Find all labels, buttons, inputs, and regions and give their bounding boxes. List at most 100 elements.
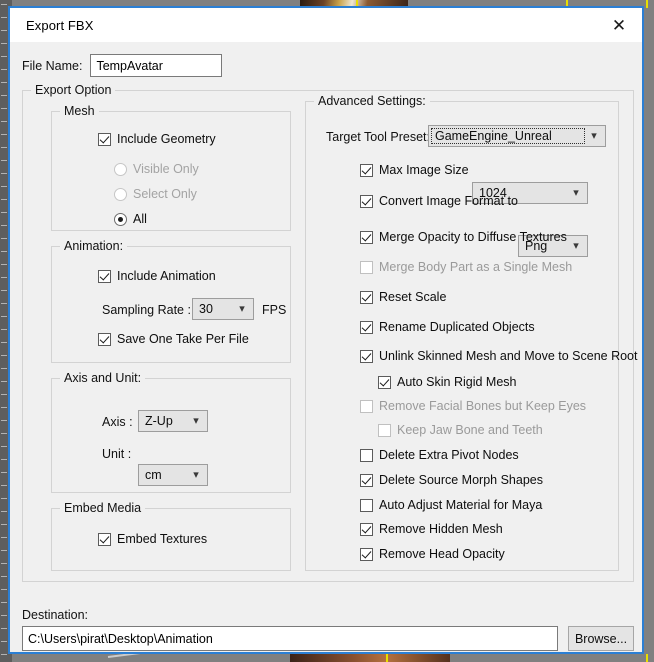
option-label: Auto Skin Rigid Mesh	[397, 375, 517, 389]
checkbox-box	[360, 547, 373, 561]
max-image-size-checkbox[interactable]: Max Image Size	[360, 163, 469, 177]
file-name-input[interactable]	[90, 54, 223, 77]
option-checkbox-delete-extra-pivot-nodes[interactable]: Delete Extra Pivot Nodes	[360, 448, 519, 462]
chevron-down-icon: ▾	[573, 239, 579, 252]
destination-input[interactable]	[22, 626, 558, 651]
radio-circle	[114, 212, 127, 226]
checkbox-box	[378, 375, 391, 389]
max-image-size-label: Max Image Size	[379, 163, 469, 177]
axis-label: Axis :	[102, 415, 133, 429]
checkbox-box	[360, 522, 373, 536]
mesh-radio-label: Select Only	[133, 187, 197, 201]
target-tool-preset-label: Target Tool Preset:	[326, 130, 430, 144]
save-one-take-label: Save One Take Per File	[117, 332, 249, 346]
mesh-radio-visible-only[interactable]: Visible Only	[114, 162, 199, 176]
option-checkbox-remove-facial-bones-but-keep-eyes[interactable]: Remove Facial Bones but Keep Eyes	[360, 399, 586, 413]
option-label: Unlink Skinned Mesh and Move to Scene Ro…	[379, 349, 638, 363]
convert-image-format-checkbox[interactable]: Convert Image Format to	[360, 194, 518, 208]
option-checkbox-keep-jaw-bone-and-teeth[interactable]: Keep Jaw Bone and Teeth	[378, 423, 543, 437]
sampling-rate-value: 30	[199, 302, 213, 316]
checkbox-box	[98, 332, 111, 346]
mesh-radio-all[interactable]: All	[114, 212, 147, 226]
convert-image-format-label: Convert Image Format to	[379, 194, 518, 208]
option-label: Delete Source Morph Shapes	[379, 473, 543, 487]
embed-textures-label: Embed Textures	[117, 532, 208, 546]
axis-combobox[interactable]: Z-Up ▾	[138, 410, 208, 432]
include-animation-checkbox[interactable]: Include Animation	[98, 269, 216, 283]
save-one-take-per-file-checkbox[interactable]: Save One Take Per File	[98, 332, 249, 346]
chevron-down-icon: ▾	[239, 302, 245, 315]
advanced-settings-group: Advanced Settings: Target Tool Preset: G…	[305, 94, 637, 571]
animation-legend: Animation:	[60, 239, 128, 253]
unit-combobox[interactable]: cm ▾	[138, 464, 208, 486]
radio-circle	[114, 187, 127, 201]
mesh-radio-select-only[interactable]: Select Only	[114, 187, 197, 201]
include-geometry-label: Include Geometry	[117, 132, 216, 146]
option-label: Reset Scale	[379, 290, 447, 304]
option-label: Keep Jaw Bone and Teeth	[397, 423, 543, 437]
option-label: Remove Head Opacity	[379, 547, 505, 561]
include-animation-label: Include Animation	[117, 269, 216, 283]
checkbox-box	[360, 230, 373, 244]
export-fbx-dialog: Export FBX ✕ File Name: Export Option Me…	[8, 6, 644, 654]
checkbox-box	[360, 349, 373, 363]
unit-value: cm	[145, 468, 162, 482]
option-checkbox-merge-opacity-to-diffuse-textures[interactable]: Merge Opacity to Diffuse Textures	[360, 230, 567, 244]
option-label: Rename Duplicated Objects	[379, 320, 535, 334]
option-label: Auto Adjust Material for Maya	[379, 498, 543, 512]
timeline-tick	[386, 654, 388, 662]
dialog-titlebar: Export FBX ✕	[10, 8, 642, 42]
option-checkbox-delete-source-morph-shapes[interactable]: Delete Source Morph Shapes	[360, 473, 543, 487]
focus-outline	[431, 128, 585, 144]
file-name-label: File Name:	[22, 58, 83, 73]
option-checkbox-merge-body-part-as-a-single-mesh[interactable]: Merge Body Part as a Single Mesh	[360, 260, 572, 274]
browse-button[interactable]: Browse...	[568, 626, 634, 651]
mesh-legend: Mesh	[60, 104, 99, 118]
option-label: Delete Extra Pivot Nodes	[379, 448, 519, 462]
include-geometry-checkbox[interactable]: Include Geometry	[98, 132, 216, 146]
option-label: Remove Facial Bones but Keep Eyes	[379, 399, 587, 413]
option-label: Remove Hidden Mesh	[379, 522, 503, 536]
checkbox-box	[360, 399, 373, 413]
dialog-title: Export FBX	[26, 17, 94, 33]
option-checkbox-remove-hidden-mesh[interactable]: Remove Hidden Mesh	[360, 522, 503, 536]
advanced-settings-legend: Advanced Settings:	[314, 94, 430, 108]
checkbox-box	[360, 260, 373, 274]
target-tool-preset-combobox[interactable]: GameEngine_Unreal ▾	[428, 125, 606, 147]
checkbox-box	[98, 532, 111, 546]
export-option-group: Export Option Mesh Include Geometry Visi…	[22, 83, 637, 582]
checkbox-box	[98, 269, 111, 283]
checkbox-box	[360, 448, 373, 462]
export-option-legend: Export Option	[31, 83, 116, 97]
option-label: Merge Body Part as a Single Mesh	[379, 260, 573, 274]
option-label: Merge Opacity to Diffuse Textures	[379, 230, 567, 244]
checkbox-box	[378, 423, 391, 437]
animation-group: Animation: Include Animation Sampling Ra…	[51, 239, 291, 363]
option-checkbox-reset-scale[interactable]: Reset Scale	[360, 290, 446, 304]
checkbox-box	[360, 473, 373, 487]
mesh-group: Mesh Include Geometry Visible Only Selec…	[51, 104, 291, 231]
embed-media-legend: Embed Media	[60, 501, 146, 515]
file-name-row: File Name:	[22, 54, 223, 77]
chevron-down-icon: ▾	[591, 129, 597, 142]
embed-media-group: Embed Media Embed Textures	[51, 501, 291, 571]
option-checkbox-rename-duplicated-objects[interactable]: Rename Duplicated Objects	[360, 320, 535, 334]
option-checkbox-remove-head-opacity[interactable]: Remove Head Opacity	[360, 547, 505, 561]
mesh-radio-label: All	[133, 212, 147, 226]
option-checkbox-auto-skin-rigid-mesh[interactable]: Auto Skin Rigid Mesh	[378, 375, 517, 389]
checkbox-box	[360, 194, 373, 208]
chevron-down-icon: ▾	[193, 468, 199, 481]
checkbox-box	[360, 290, 373, 304]
checkbox-box	[360, 498, 373, 512]
embed-textures-checkbox[interactable]: Embed Textures	[98, 532, 207, 546]
axis-unit-legend: Axis and Unit:	[60, 371, 146, 385]
dialog-body: File Name: Export Option Mesh Include Ge…	[10, 42, 642, 652]
sampling-rate-combobox[interactable]: 30 ▾	[192, 298, 254, 320]
sampling-rate-label: Sampling Rate :	[102, 303, 191, 317]
unit-label: Unit :	[102, 447, 132, 461]
chevron-down-icon: ▾	[573, 186, 579, 199]
close-icon[interactable]: ✕	[596, 8, 642, 42]
option-checkbox-auto-adjust-material-for-maya[interactable]: Auto Adjust Material for Maya	[360, 498, 542, 512]
timeline-tick	[646, 0, 648, 8]
option-checkbox-unlink-skinned-mesh-and-move-to-scene-root[interactable]: Unlink Skinned Mesh and Move to Scene Ro…	[360, 349, 637, 363]
